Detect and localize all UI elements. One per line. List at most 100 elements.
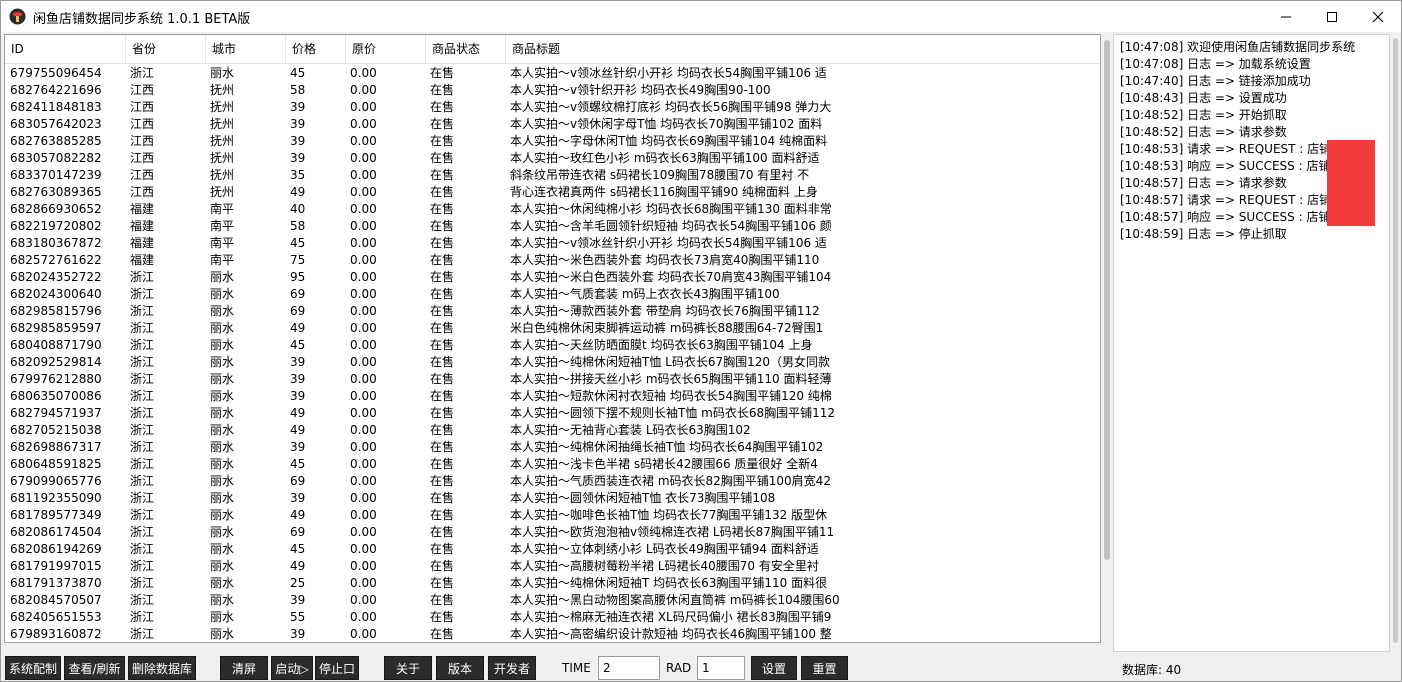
cell-province: 浙江 bbox=[130, 627, 155, 641]
cell-title: 本人实拍～棉麻无袖连衣裙 XL码尺码偏小 裙长83胸围平铺9 bbox=[510, 610, 832, 624]
table-row[interactable]: 682405651553 浙江 丽水 55 0.00 在售 本人实拍～棉麻无袖连衣裙 XL码… bbox=[5, 609, 1100, 626]
table-row[interactable]: 680648591825 浙江 丽水 45 0.00 在售 本人实拍～浅卡色半裙 s码裙长4… bbox=[5, 456, 1100, 473]
table-row[interactable]: 682219720802 福建 南平 58 0.00 在售 本人实拍～含羊毛圆领针织短袖 均… bbox=[5, 218, 1100, 235]
table-row[interactable]: 682985815796 浙江 丽水 69 0.00 在售 本人实拍～薄款西装外套 带垫肩 … bbox=[5, 303, 1100, 320]
table-row[interactable]: 680635070086 浙江 丽水 39 0.00 在售 本人实拍～短款休闲衬衣短袖 均码… bbox=[5, 388, 1100, 405]
log-line: [10:48:57] 响应 => SUCCESS : 店铺 bbox=[1120, 210, 1331, 224]
log-scrollbar[interactable] bbox=[1390, 34, 1401, 652]
view-refresh-button[interactable]: 查看/刷新 bbox=[64, 656, 125, 680]
cell-province: 浙江 bbox=[130, 508, 155, 522]
cell-title: 本人实拍～无袖背心套装 L码衣长63胸围102 bbox=[510, 423, 751, 437]
table-row[interactable]: 682698867317 浙江 丽水 39 0.00 在售 本人实拍～纯棉休闲抽绳长袖T恤 … bbox=[5, 439, 1100, 456]
cell-id: 680648591825 bbox=[10, 457, 102, 471]
table-row[interactable]: 683057642023 江西 抚州 39 0.00 在售 本人实拍～v领休闲字母T恤 均码… bbox=[5, 116, 1100, 133]
table-row[interactable]: 683180367872 福建 南平 45 0.00 在售 本人实拍～v领冰丝针织小开衫 均… bbox=[5, 235, 1100, 252]
cell-province: 浙江 bbox=[130, 559, 155, 573]
table-row[interactable]: 680408871790 浙江 丽水 45 0.00 在售 本人实拍～天丝防晒面膜t 均码衣… bbox=[5, 337, 1100, 354]
table-row[interactable]: 682411848183 江西 抚州 39 0.00 在售 本人实拍～v领螺纹棉打底衫 均码… bbox=[5, 99, 1100, 116]
cell-status: 在售 bbox=[430, 185, 455, 199]
table-row[interactable]: 683057082282 江西 抚州 39 0.00 在售 本人实拍～玫红色小衫 m码衣长6… bbox=[5, 150, 1100, 167]
table-row[interactable]: 681192355090 浙江 丽水 39 0.00 在售 本人实拍～圆领休闲短袖T恤 衣长… bbox=[5, 490, 1100, 507]
cell-title: 本人实拍～纯棉休闲抽绳长袖T恤 均码衣长64胸围平铺102 bbox=[510, 440, 824, 454]
table-row[interactable]: 682024300640 浙江 丽水 69 0.00 在售 本人实拍～气质套装 m码上衣衣长… bbox=[5, 286, 1100, 303]
cell-city: 丽水 bbox=[210, 491, 235, 505]
cell-title: 本人实拍～欧货泡泡袖v领纯棉连衣裙 L码裙长87胸围平铺11 bbox=[510, 525, 835, 539]
app-window: 闲鱼店铺数据同步系统 1.0.1 BETA版 ID 省份 城市 价格 原价 商品… bbox=[0, 0, 1402, 682]
app-logo-icon bbox=[9, 8, 26, 25]
column-header-status[interactable]: 商品状态 bbox=[426, 35, 506, 64]
cell-id: 682698867317 bbox=[10, 440, 102, 454]
system-config-button[interactable]: 系统配制 bbox=[5, 656, 61, 680]
product-table[interactable]: ID 省份 城市 价格 原价 商品状态 商品标题 679755096454 浙江丽… bbox=[4, 34, 1101, 643]
cell-province: 江西 bbox=[130, 100, 155, 114]
cell-title: 本人实拍～气质西装连衣裙 m码衣长82胸围平铺100肩宽42 bbox=[510, 474, 831, 488]
version-button[interactable]: 版本 bbox=[436, 656, 484, 680]
developer-button[interactable]: 开发者 bbox=[488, 656, 536, 680]
cell-status: 在售 bbox=[430, 253, 455, 267]
log-scrollbar-thumb[interactable] bbox=[1393, 38, 1398, 643]
delete-database-button[interactable]: 删除数据库 bbox=[128, 656, 196, 680]
cell-original-price: 0.00 bbox=[350, 542, 377, 556]
clear-screen-button[interactable]: 清屏 bbox=[220, 656, 268, 680]
table-row[interactable]: 679755096454 浙江 丽水 45 0.00 在售 本人实拍～v领冰丝针织小开衫 均… bbox=[5, 65, 1100, 82]
settings-button[interactable]: 设置 bbox=[751, 656, 797, 680]
table-row[interactable]: 682794571937 浙江 丽水 49 0.00 在售 本人实拍～圆领下摆不规则长袖T恤… bbox=[5, 405, 1100, 422]
cell-price: 69 bbox=[290, 287, 306, 301]
cell-title: 本人实拍～玫红色小衫 m码衣长63胸围平铺100 面料舒适 bbox=[510, 151, 820, 165]
cell-city: 抚州 bbox=[210, 168, 235, 182]
table-row[interactable]: 682763885285 江西 抚州 39 0.00 在售 本人实拍～字母休闲T恤 均码衣长… bbox=[5, 133, 1100, 150]
minimize-button[interactable] bbox=[1263, 1, 1309, 32]
column-header-city[interactable]: 城市 bbox=[206, 35, 286, 64]
table-row[interactable]: 682866930652 福建 南平 40 0.00 在售 本人实拍～休闲纯棉小衫 均码衣长… bbox=[5, 201, 1100, 218]
table-row[interactable]: 681789577349 浙江 丽水 49 0.00 在售 本人实拍～咖啡色长袖T恤 均码衣… bbox=[5, 507, 1100, 524]
cell-province: 浙江 bbox=[130, 474, 155, 488]
maximize-button[interactable] bbox=[1309, 1, 1355, 32]
table-row[interactable]: 679099065776 浙江 丽水 69 0.00 在售 本人实拍～气质西装连衣裙 m码衣… bbox=[5, 473, 1100, 490]
table-row[interactable]: 679893160872 浙江 丽水 39 0.00 在售 本人实拍～高密编织设计款短袖 均… bbox=[5, 626, 1100, 642]
stop-button[interactable]: 停止口 bbox=[315, 656, 359, 680]
log-line: [10:47:08] 日志 => 加载系统设置 bbox=[1120, 57, 1311, 71]
cell-province: 江西 bbox=[130, 151, 155, 165]
table-row[interactable]: 682705215038 浙江 丽水 49 0.00 在售 本人实拍～无袖背心套装 L码衣长… bbox=[5, 422, 1100, 439]
table-row[interactable]: 682086194269 浙江 丽水 45 0.00 在售 本人实拍～立体刺绣小衫 L码衣长… bbox=[5, 541, 1100, 558]
table-row[interactable]: 682763089365 江西 抚州 49 0.00 在售 背心连衣裙真两件 s码裙长116… bbox=[5, 184, 1100, 201]
log-line: [10:48:52] 日志 => 请求参数 bbox=[1120, 125, 1287, 139]
cell-original-price: 0.00 bbox=[350, 389, 377, 403]
table-row[interactable]: 682572761622 福建 南平 75 0.00 在售 本人实拍～米色西装外套 均码衣长… bbox=[5, 252, 1100, 269]
column-header-id[interactable]: ID bbox=[5, 35, 126, 64]
cell-city: 丽水 bbox=[210, 66, 235, 80]
table-row[interactable]: 682024352722 浙江 丽水 95 0.00 在售 本人实拍～米白色西装外套 均码衣… bbox=[5, 269, 1100, 286]
table-row[interactable]: 682764221696 江西 抚州 58 0.00 在售 本人实拍～v领针织开衫 均码衣长… bbox=[5, 82, 1100, 99]
log-line: [10:48:57] 日志 => 请求参数 bbox=[1120, 176, 1287, 190]
table-row[interactable]: 682985859597 浙江 丽水 49 0.00 在售 米白色纯棉休闲束脚裤运动裤 m码… bbox=[5, 320, 1100, 337]
table-row[interactable]: 681791997015 浙江 丽水 49 0.00 在售 本人实拍～高腰树莓粉半裙 L码裙… bbox=[5, 558, 1100, 575]
table-scrollbar-thumb[interactable] bbox=[1104, 40, 1110, 560]
reset-button[interactable]: 重置 bbox=[801, 656, 848, 680]
table-row[interactable]: 682086174504 浙江 丽水 69 0.00 在售 本人实拍～欧货泡泡袖v领纯棉连衣… bbox=[5, 524, 1100, 541]
cell-price: 39 bbox=[290, 593, 306, 607]
column-header-title[interactable]: 商品标题 bbox=[506, 35, 1100, 64]
time-input[interactable] bbox=[598, 656, 660, 680]
cell-province: 浙江 bbox=[130, 304, 155, 318]
table-row[interactable]: 682092529814 浙江 丽水 39 0.00 在售 本人实拍～纯棉休闲短袖T恤 L码… bbox=[5, 354, 1100, 371]
close-button[interactable] bbox=[1355, 1, 1401, 32]
cell-title: 本人实拍～拼接天丝小衫 m码衣长65胸围平铺110 面料轻薄 bbox=[510, 372, 832, 386]
cell-city: 丽水 bbox=[210, 304, 235, 318]
start-button[interactable]: 启动▷ bbox=[271, 656, 313, 680]
table-row[interactable]: 679976212880 浙江 丽水 39 0.00 在售 本人实拍～拼接天丝小衫 m码衣长… bbox=[5, 371, 1100, 388]
rad-label: RAD bbox=[666, 661, 692, 675]
cell-title: 本人实拍～圆领下摆不规则长袖T恤 m码衣长68胸围平铺112 bbox=[510, 406, 836, 420]
table-row[interactable]: 683370147239 江西 抚州 35 0.00 在售 斜条纹吊带连衣裙 s码裙长109… bbox=[5, 167, 1100, 184]
column-header-price[interactable]: 价格 bbox=[286, 35, 346, 64]
column-header-province[interactable]: 省份 bbox=[126, 35, 206, 64]
table-row[interactable]: 681791373870 浙江 丽水 25 0.00 在售 本人实拍～纯棉休闲短袖T 均码衣… bbox=[5, 575, 1100, 592]
rad-input[interactable] bbox=[697, 656, 745, 680]
about-button[interactable]: 关于 bbox=[384, 656, 432, 680]
cell-city: 丽水 bbox=[210, 508, 235, 522]
cell-status: 在售 bbox=[430, 168, 455, 182]
table-scrollbar[interactable] bbox=[1101, 34, 1113, 643]
column-header-original-price[interactable]: 原价 bbox=[346, 35, 426, 64]
cell-id: 682572761622 bbox=[10, 253, 102, 267]
table-row[interactable]: 682084570507 浙江 丽水 39 0.00 在售 本人实拍～黑白动物图案高腰休闲直… bbox=[5, 592, 1100, 609]
cell-id: 682092529814 bbox=[10, 355, 102, 369]
